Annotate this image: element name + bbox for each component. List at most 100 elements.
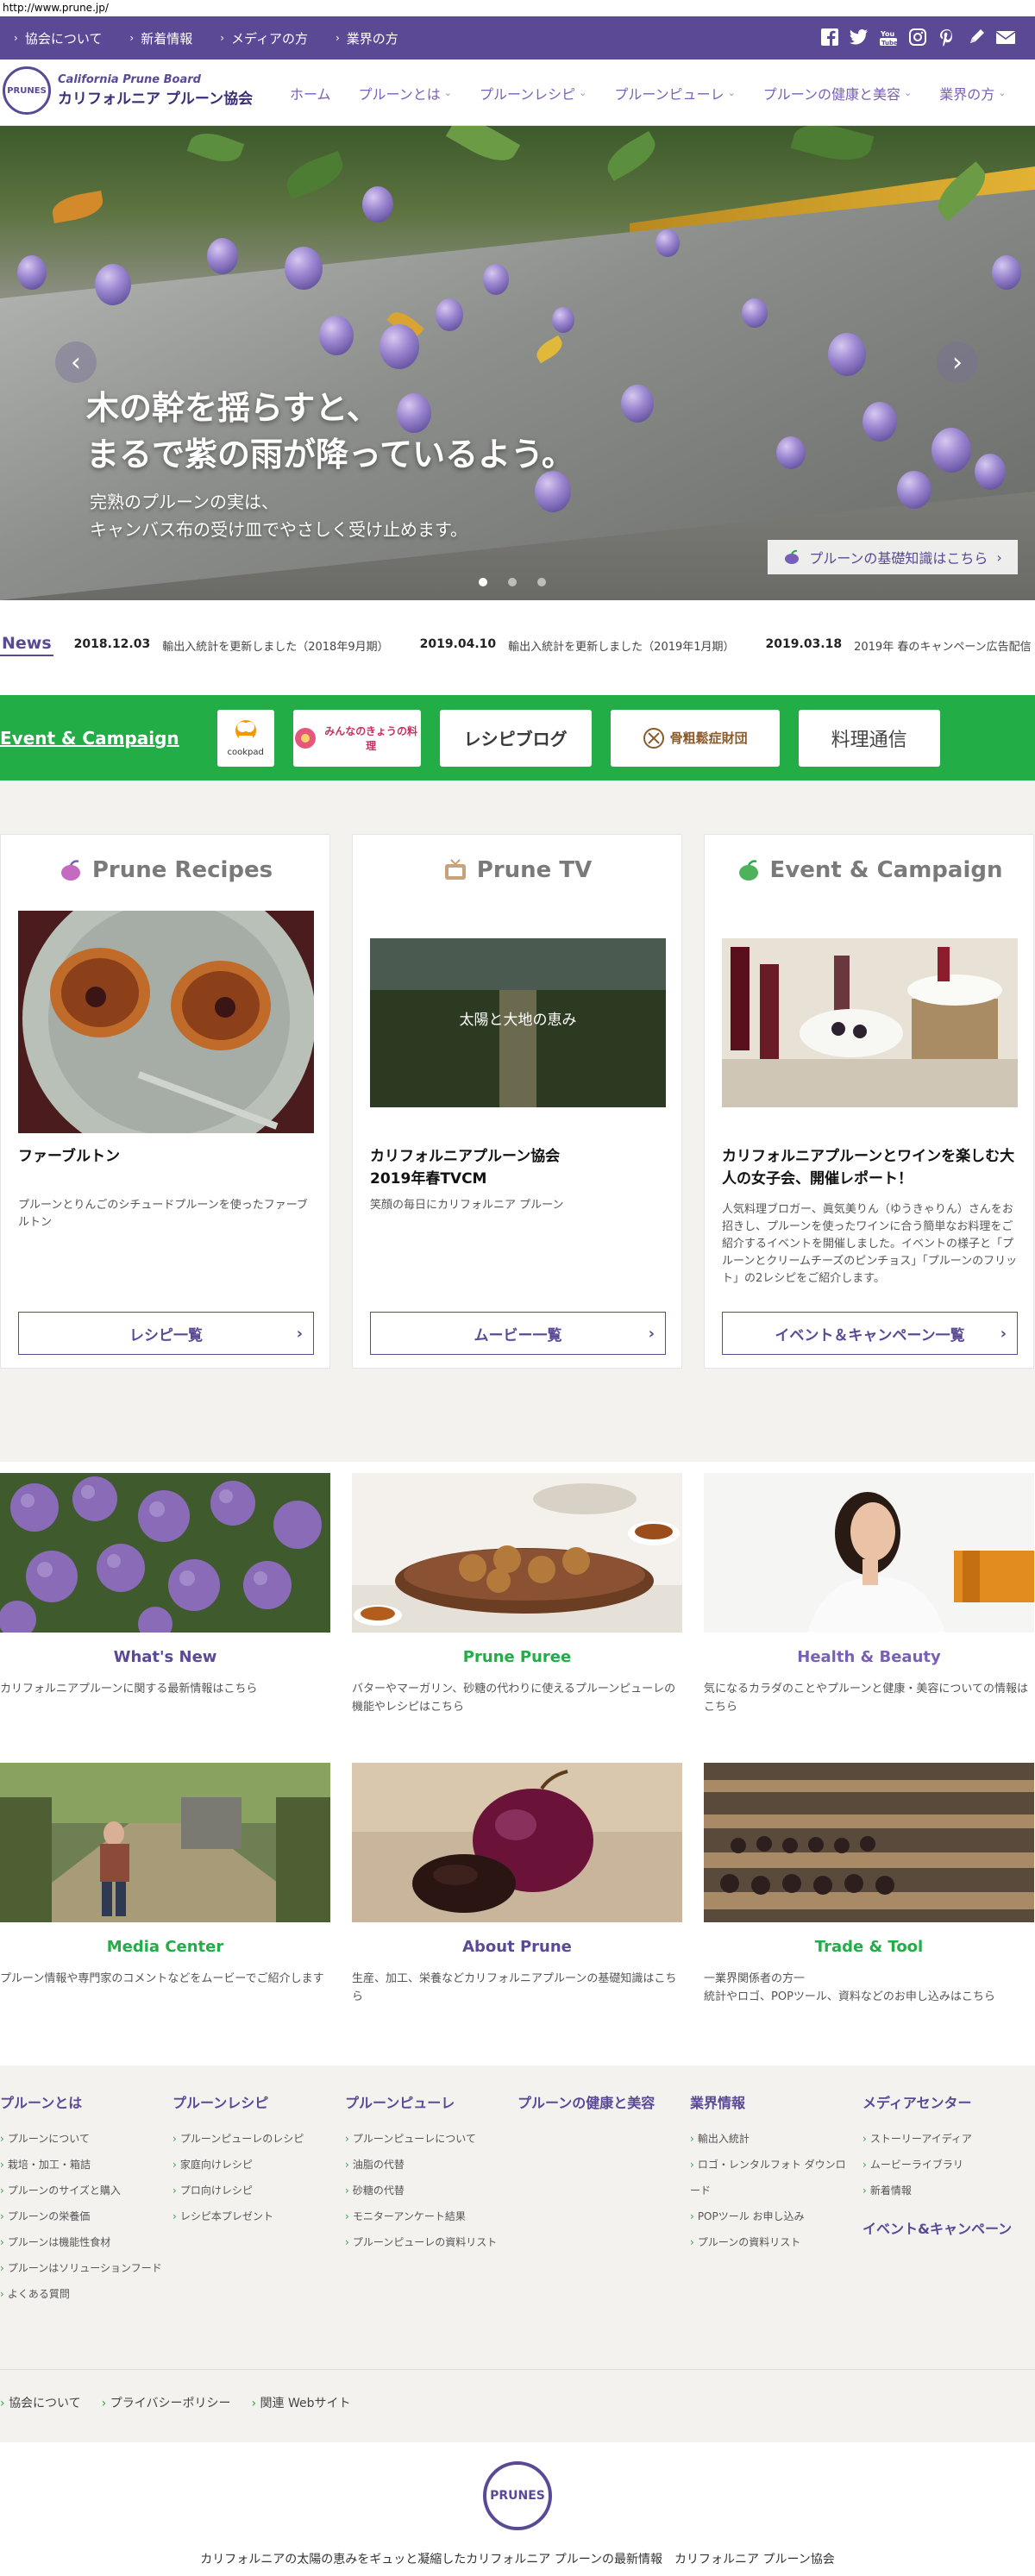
footer-link[interactable]: › プロ向けレシピ — [172, 2178, 336, 2203]
footer-link[interactable]: › 新着情報 — [862, 2178, 1026, 2203]
footer-heading[interactable]: イベント&キャンペーン — [862, 2217, 1026, 2238]
youtube-icon[interactable]: You Tube — [878, 27, 899, 47]
site-logo[interactable]: PRUNES California Prune Board カリフォルニア プル… — [3, 66, 253, 115]
footer-logo[interactable]: PRUNES — [483, 2461, 552, 2530]
footer-link[interactable]: › ロゴ・レンタルフォト ダウンロード — [690, 2152, 854, 2203]
footer-link[interactable]: › ムービーライブラリ — [862, 2152, 1026, 2178]
footer-link-label: プロ向けレシピ — [179, 2184, 253, 2197]
flower-icon — [294, 727, 316, 749]
footer-link[interactable]: › よくある質問 — [0, 2281, 164, 2307]
footer-link[interactable]: › プルーンはソリューションフード — [0, 2255, 164, 2281]
news-item[interactable]: 2018.12.03 輸出入統計を更新しました（2018年9月期） — [74, 637, 389, 654]
footer-link[interactable]: › プルーンピューレについて — [345, 2126, 509, 2152]
facebook-icon[interactable] — [819, 27, 840, 47]
tile-about-prune[interactable]: About Prune 生産、加工、栄養などカリフォルニアプルーンの基礎知識はこ… — [352, 1763, 682, 2006]
footer-about-link[interactable]: › 協会について — [0, 2394, 81, 2411]
tile-trade-tool[interactable]: Trade & Tool 一業界関係者の方一 統計やロゴ、POPツール、資料など… — [704, 1763, 1034, 2006]
card-title[interactable]: カリフォルニアプルーンとワインを楽しむ大人の女子会、開催レポート！ — [722, 1145, 1019, 1190]
footer-link[interactable]: › POPツール お申し込み — [690, 2203, 854, 2229]
top-link-about[interactable]: › 協会について — [0, 29, 116, 47]
footer-link-label: ロゴ・レンタルフォト ダウンロード — [690, 2159, 846, 2197]
hero-prev-arrow[interactable]: ‹ — [55, 342, 97, 383]
footer-link[interactable]: › 油脂の代替 — [345, 2152, 509, 2178]
banner-osteoporosis-foundation[interactable]: 骨粗鬆症財団 — [610, 709, 780, 767]
footer-link[interactable]: › 輸出入統計 — [690, 2126, 854, 2152]
banner-ryouri-tsushin[interactable]: 料理通信 — [798, 709, 940, 767]
movie-list-button[interactable]: ムービー一覧 › — [370, 1312, 666, 1355]
blog-pen-icon[interactable] — [966, 27, 987, 47]
button-label: ムービー一覧 — [474, 1326, 562, 1344]
recipe-list-button[interactable]: レシピ一覧 › — [18, 1312, 314, 1355]
footer-link[interactable]: › プルーンは機能性食材 — [0, 2229, 164, 2255]
banner-cookpad[interactable]: cookpad — [216, 709, 274, 767]
nav-home[interactable]: ホーム — [276, 83, 345, 103]
footer-column: プルーンとは › プルーンについて › 栽培・加工・箱詰 › プルーンのサイズと購入 … — [0, 2091, 164, 2307]
slider-dot[interactable] — [508, 578, 517, 586]
footer-link-label: プライバシーポリシー — [110, 2397, 231, 2410]
news-item[interactable]: 2019.03.18 2019年 春のキャンペーン広告配信 — [766, 637, 1032, 654]
top-link-media[interactable]: › メディアの方 — [206, 29, 322, 47]
footer-link[interactable]: › 砂糖の代替 — [345, 2178, 509, 2203]
chevron-right-icon: › — [0, 2133, 4, 2145]
news-item[interactable]: 2019.04.10 輸出入統計を更新しました（2019年1月期） — [420, 637, 735, 654]
footer-link[interactable]: › プルーンピューレのレシピ — [172, 2126, 336, 2152]
nav-puree[interactable]: プルーンピューレ ⌄ — [600, 83, 749, 103]
card-title[interactable]: カリフォルニアプルーン協会 2019年春TVCM — [370, 1145, 668, 1190]
footer-link[interactable]: › プルーンのサイズと購入 — [0, 2178, 164, 2203]
tile-prune-puree[interactable]: Prune Puree バターやマーガリン、砂糖の代わりに使えるプルーンピューレ… — [352, 1473, 682, 1716]
footer-link-label: POPツール お申し込み — [697, 2210, 805, 2222]
nav-label: プルーンピューレ — [614, 85, 724, 103]
footer-heading[interactable]: メディアセンター — [862, 2091, 1026, 2112]
footer-heading[interactable]: 業界情報 — [690, 2091, 854, 2112]
footer-heading[interactable]: プルーンピューレ — [345, 2091, 509, 2112]
nav-about-prune[interactable]: プルーンとは ⌄ — [345, 83, 466, 103]
plum-shape — [483, 264, 509, 295]
chevron-right-icon: › — [0, 2262, 4, 2274]
top-link-industry[interactable]: › 業界の方 — [322, 29, 412, 47]
footer-link[interactable]: › レシピ本プレゼント — [172, 2203, 336, 2229]
footer-related-sites-link[interactable]: › 関連 Webサイト — [251, 2394, 350, 2411]
footer-link[interactable]: › プルーンの資料リスト — [690, 2229, 854, 2255]
slider-dot[interactable] — [537, 578, 546, 586]
banner-recipe-blog[interactable]: レシピブログ — [439, 709, 592, 767]
instagram-icon[interactable] — [907, 27, 928, 47]
footer-heading[interactable]: プルーンレシピ — [172, 2091, 336, 2112]
tv-video-thumbnail[interactable]: 太陽と大地の恵み — [370, 938, 666, 1107]
card-event-campaign: Event & Campaign カリフォルニアプルーンとワインを楽しむ大人の女… — [704, 834, 1034, 1369]
banner-kyounoryouri[interactable]: みんなのきょうの料理 — [292, 709, 421, 767]
footer-link[interactable]: › ストーリーアイディア — [862, 2126, 1026, 2152]
nav-industry[interactable]: 業界の方 ⌄ — [925, 83, 1019, 103]
chevron-right-icon: › — [0, 2288, 4, 2300]
footer-link[interactable]: › プルーンピューレの資料リスト — [345, 2229, 509, 2255]
footer-link[interactable]: › モニターアンケート結果 — [345, 2203, 509, 2229]
hero-next-arrow[interactable]: › — [937, 342, 978, 383]
plum-shape — [975, 454, 1006, 490]
footer-link[interactable]: › プルーンについて — [0, 2126, 164, 2152]
footer-link[interactable]: › プルーンの栄養価 — [0, 2203, 164, 2229]
slider-dot[interactable] — [479, 578, 487, 586]
footer-link[interactable]: › 栽培・加工・箱詰 — [0, 2152, 164, 2178]
chevron-right-icon: › — [648, 1324, 655, 1343]
top-link-news[interactable]: › 新着情報 — [116, 29, 206, 47]
footer-link-label: 家庭向けレシピ — [179, 2159, 253, 2171]
nav-recipes[interactable]: プルーンレシピ ⌄ — [466, 83, 600, 103]
tile-whats-new[interactable]: What's New カリフォルニアプルーンに関する最新情報はこちら — [0, 1473, 330, 1698]
footer-link[interactable]: › 家庭向けレシピ — [172, 2152, 336, 2178]
card-title[interactable]: ファーブルトン — [18, 1145, 316, 1168]
mail-icon[interactable] — [995, 27, 1016, 47]
nav-health-beauty[interactable]: プルーンの健康と美容 ⌄ — [750, 83, 925, 103]
event-list-button[interactable]: イベント＆キャンペーン一覧 › — [722, 1312, 1018, 1355]
tile-media-center[interactable]: Media Center プルーン情報や専門家のコメントなどをムービーでご紹介し… — [0, 1763, 330, 1988]
hero-basics-button[interactable]: プルーンの基礎知識はこちら › — [768, 540, 1018, 574]
news-date: 2018.12.03 — [73, 636, 151, 651]
footer-heading[interactable]: プルーンとは — [0, 2091, 164, 2112]
tile-health-beauty[interactable]: Health & Beauty 気になるカラダのことやプルーンと健康・美容につい… — [704, 1473, 1034, 1716]
event-campaign-link[interactable]: Event & Campaign — [0, 728, 179, 749]
chevron-right-icon: › — [0, 2210, 4, 2222]
plum-shape — [621, 385, 654, 423]
twitter-icon[interactable] — [849, 27, 869, 47]
pinterest-icon[interactable] — [937, 27, 957, 47]
news-label[interactable]: News — [0, 634, 53, 656]
footer-heading[interactable]: プルーンの健康と美容 — [518, 2091, 681, 2112]
footer-privacy-link[interactable]: › プライバシーポリシー — [102, 2394, 231, 2411]
